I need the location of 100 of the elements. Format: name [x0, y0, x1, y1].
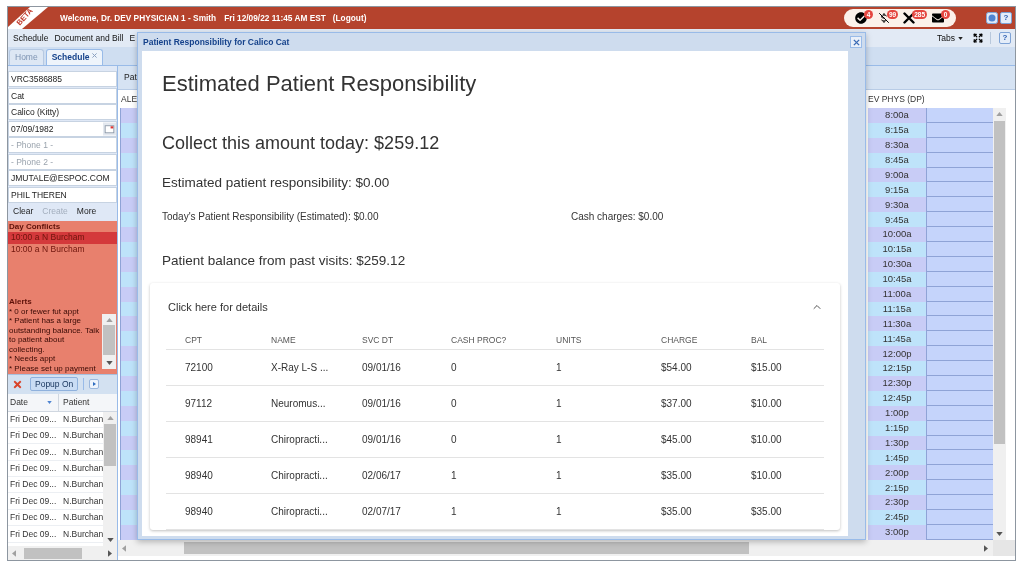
date-time-text: Fri 12/09/22 11:45 AM EST: [224, 11, 326, 25]
conflict-row[interactable]: 10:00 a N Burcham: [8, 243, 117, 256]
appointment-slot[interactable]: [926, 450, 993, 466]
welcome-text: Welcome, Dr. DEV PHYSICIAN 1 - Smith: [60, 11, 217, 25]
action-button[interactable]: More: [76, 205, 97, 218]
time-label: 9:15a: [868, 182, 926, 198]
appointment-slot[interactable]: [926, 346, 993, 362]
scrollbar-thumb[interactable]: [994, 121, 1005, 444]
tabs-menu-button[interactable]: Tabs: [937, 31, 963, 45]
appointment-slot[interactable]: [926, 495, 993, 511]
column-header: CPT: [184, 333, 203, 347]
appointment-slot[interactable]: [926, 480, 993, 496]
table-cell-text: N.Burchan: [62, 462, 104, 475]
time-text: 10:00 a: [10, 231, 41, 244]
patient-name: N Burcham: [42, 231, 85, 244]
crossed-dollar-icon[interactable]: [878, 12, 890, 24]
horizontal-scrollbar[interactable]: [118, 540, 993, 556]
date-field[interactable]: 07/09/1982: [8, 120, 117, 137]
table-cell-text: Fri Dec 09...: [9, 478, 58, 492]
details-toggle[interactable]: Click here for details: [150, 283, 840, 331]
envelope-icon[interactable]: [932, 12, 945, 24]
menu-item[interactable]: E: [129, 31, 136, 45]
scroll-left-arrow-icon[interactable]: [12, 549, 16, 557]
text-field[interactable]: VRC3586885: [8, 71, 117, 87]
table-row[interactable]: Fri Dec 09... N.Burchan: [8, 477, 104, 494]
table-cell-text: Neuromus...: [270, 397, 327, 411]
time-label: 8:00a: [868, 108, 926, 123]
appointment-slot[interactable]: [926, 316, 993, 332]
scrollbar-thumb[interactable]: [104, 423, 117, 466]
scrollbar-thumb[interactable]: [24, 547, 82, 559]
expand-icon[interactable]: [973, 33, 983, 43]
appointment-slot[interactable]: [926, 510, 993, 525]
scroll-up-arrow-icon[interactable]: [106, 415, 114, 420]
sort-arrow-icon[interactable]: [47, 400, 52, 404]
scroll-down-arrow-icon[interactable]: [996, 532, 1003, 536]
appointment-slot[interactable]: [926, 212, 993, 228]
cross-icon[interactable]: [903, 12, 916, 24]
text-field[interactable]: Cat: [8, 87, 117, 104]
scroll-down-arrow-icon[interactable]: [106, 538, 114, 542]
table-cell-text: N.Burchan: [62, 429, 104, 442]
scrollbar-thumb[interactable]: [103, 324, 115, 355]
vertical-scrollbar[interactable]: [102, 313, 116, 369]
summary-text: Estimated patient responsibility: $0.00: [162, 174, 391, 192]
table-cell-text: Fri Dec 09...: [9, 527, 58, 541]
scroll-up-arrow-icon[interactable]: [996, 112, 1003, 116]
close-icon[interactable]: [92, 52, 98, 58]
tab[interactable]: Schedule: [45, 49, 104, 65]
vertical-scrollbar[interactable]: [103, 411, 118, 546]
patient-name: N Burcham: [42, 243, 85, 256]
text-field[interactable]: Calico (Kitty): [8, 104, 117, 120]
appointment-slot[interactable]: [926, 331, 993, 347]
action-button[interactable]: Clear: [13, 205, 34, 218]
scroll-right-arrow-icon[interactable]: [984, 544, 988, 552]
text-field[interactable]: PHIL THEREN: [8, 186, 117, 203]
alert-text: * 0 or fewer fut appt: [9, 306, 80, 316]
scroll-left-arrow-icon[interactable]: [122, 544, 126, 552]
table-cell-text: 02/06/17: [361, 469, 402, 483]
appointment-slot[interactable]: [926, 227, 993, 242]
delete-icon[interactable]: [12, 378, 23, 390]
menu-item[interactable]: Document and Bill: [54, 31, 124, 45]
menu-item[interactable]: Schedule: [13, 31, 49, 45]
scrollbar-thumb[interactable]: [184, 542, 749, 554]
time-label: 11:30a: [868, 316, 926, 332]
appointment-slot[interactable]: [926, 465, 993, 481]
column-header: BAL: [750, 333, 769, 347]
column-header: CASH PROC?: [450, 333, 508, 347]
column-header[interactable]: Patient: [59, 393, 117, 411]
view-tab[interactable]: Pat: [124, 71, 137, 84]
logout-link[interactable]: (Logout): [332, 11, 367, 25]
table-cell-text: 98940: [184, 469, 214, 483]
appointment-slot[interactable]: [926, 361, 993, 377]
text-field[interactable]: - Phone 2 -: [8, 153, 117, 170]
alert-text: * Patient has a large outstanding balance. Talk to patient about collecting.: [9, 316, 100, 354]
scroll-down-arrow-icon[interactable]: [105, 360, 113, 365]
scroll-up-arrow-icon[interactable]: [105, 317, 113, 322]
text-field[interactable]: JMUTALE@ESPOC.COM: [8, 170, 117, 186]
circle-icon[interactable]: [986, 12, 998, 24]
appointment-slot[interactable]: [926, 376, 993, 391]
popup-toggle-button[interactable]: Popup On: [30, 377, 79, 391]
vertical-scrollbar[interactable]: [993, 108, 1006, 540]
help-button[interactable]: ?: [999, 32, 1011, 44]
appointment-slot[interactable]: [926, 197, 993, 213]
column-header[interactable]: Date: [8, 393, 59, 411]
table-cell-text: $37.00: [660, 397, 693, 411]
time-label: 10:00a: [868, 227, 926, 242]
table-cell-text: Fri Dec 09...: [9, 494, 58, 508]
table-cell-text: N.Burchan: [62, 478, 104, 492]
appointment-slot[interactable]: [926, 242, 993, 257]
text-field[interactable]: - Phone 1 -: [8, 137, 117, 153]
horizontal-scrollbar[interactable]: [8, 546, 117, 560]
table-cell-text: 98940: [184, 505, 214, 519]
section-title: Alerts: [8, 296, 33, 307]
table-cell-text: N.Burchan: [62, 494, 104, 508]
close-button[interactable]: [850, 36, 862, 48]
time-label: 1:45p: [868, 450, 926, 466]
appointment-slot[interactable]: [926, 108, 993, 123]
scroll-right-arrow-icon[interactable]: [108, 549, 112, 557]
appointment-slot[interactable]: [926, 182, 993, 198]
help-button[interactable]: ?: [1000, 12, 1012, 24]
table-cell-text: $10.00: [750, 433, 783, 447]
